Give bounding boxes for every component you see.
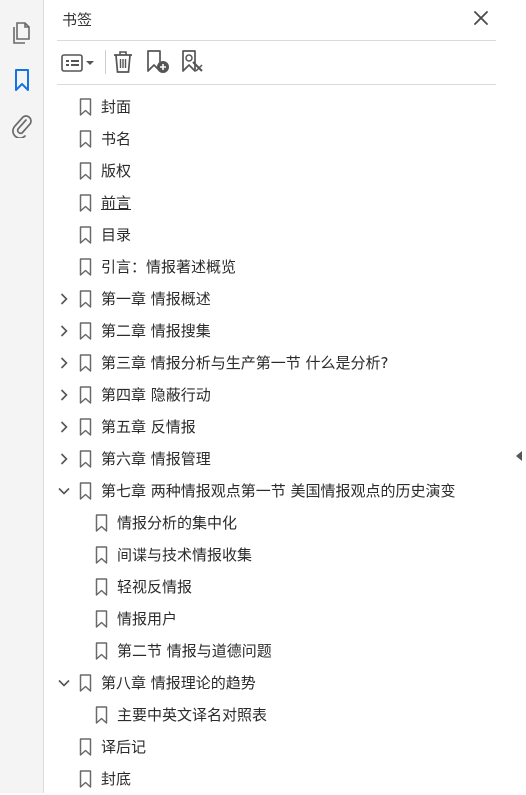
bookmark-item[interactable]: 情报分析的集中化	[45, 507, 511, 539]
bookmark-item[interactable]: 第八章 情报理论的趋势	[45, 667, 511, 699]
bookmark-label: 前言	[101, 194, 132, 212]
bookmark-search-icon	[182, 50, 203, 72]
bookmark-item[interactable]: 目录	[45, 219, 511, 251]
bookmark-item[interactable]: 第三章 情报分析与生产第一节 什么是分析?	[45, 347, 511, 379]
chevron-right-icon[interactable]	[57, 324, 71, 338]
toolbar-divider	[57, 84, 496, 85]
bookmarks-panel-icon[interactable]	[8, 66, 36, 94]
bookmark-item[interactable]: 主要中英文译名对照表	[45, 699, 511, 731]
bookmark-icon	[78, 418, 92, 436]
toolbar-separator	[105, 50, 106, 74]
bookmark-item[interactable]: 第四章 隐蔽行动	[45, 379, 511, 411]
bookmark-icon	[78, 194, 92, 212]
bookmark-label: 间谍与技术情报收集	[117, 546, 253, 564]
bookmark-icon	[78, 738, 92, 756]
pages-panel-icon[interactable]	[8, 19, 36, 47]
bookmark-item[interactable]: 版权	[45, 155, 511, 187]
bookmark-icon	[94, 546, 108, 564]
header-divider	[57, 40, 496, 41]
bookmark-label: 译后记	[101, 738, 147, 756]
bookmark-item[interactable]: 轻视反情报	[45, 571, 511, 603]
bookmark-icon	[78, 290, 92, 308]
bookmark-item[interactable]: 第五章 反情报	[45, 411, 511, 443]
collapse-panel-arrow-icon[interactable]	[514, 449, 524, 463]
bookmark-item[interactable]: 第二节 情报与道德问题	[45, 635, 511, 667]
bookmark-label: 第六章 情报管理	[101, 450, 211, 468]
bookmark-label: 主要中英文译名对照表	[117, 706, 268, 724]
bookmark-label: 第四章 隐蔽行动	[101, 386, 211, 404]
bookmark-label: 第二章 情报搜集	[101, 322, 211, 340]
chevron-down-icon[interactable]	[57, 484, 71, 498]
bookmark-icon	[78, 674, 92, 692]
panel-title: 书签	[62, 11, 93, 29]
bookmark-label: 第五章 反情报	[101, 418, 196, 436]
bookmark-label: 情报用户	[117, 610, 178, 628]
bookmark-icon	[78, 450, 92, 468]
chevron-down-icon[interactable]	[57, 676, 71, 690]
delete-bookmark-button[interactable]	[111, 49, 135, 75]
chevron-right-icon[interactable]	[57, 356, 71, 370]
bookmark-icon	[78, 482, 92, 500]
bookmark-item[interactable]: 前言	[45, 187, 511, 219]
bookmark-label: 封底	[101, 770, 132, 788]
add-bookmark-icon	[147, 50, 169, 73]
bookmark-item[interactable]: 译后记	[45, 731, 511, 763]
bookmark-icon	[78, 226, 92, 244]
bookmark-label: 书名	[101, 130, 132, 148]
close-panel-button[interactable]	[471, 8, 491, 28]
bookmark-icon	[94, 642, 108, 660]
bookmark-item[interactable]: 引言：情报著述概览	[45, 251, 511, 283]
bookmark-icon	[94, 514, 108, 532]
navigation-rail	[0, 0, 44, 793]
new-bookmark-button[interactable]	[145, 49, 171, 75]
bookmark-icon	[94, 706, 108, 724]
bookmark-icon	[94, 610, 108, 628]
bookmark-label: 第三章 情报分析与生产第一节 什么是分析?	[101, 354, 389, 372]
bookmark-label: 目录	[101, 226, 132, 244]
chevron-right-icon[interactable]	[57, 452, 71, 466]
bookmark-item[interactable]: 第七章 两种情报观点第一节 美国情报观点的历史演变	[45, 475, 511, 507]
bookmark-icon	[78, 322, 92, 340]
bookmark-label: 引言：情报著述概览	[101, 258, 237, 276]
bookmark-item[interactable]: 间谍与技术情报收集	[45, 539, 511, 571]
bookmark-item[interactable]: 封底	[45, 763, 511, 795]
bookmark-label: 第八章 情报理论的趋势	[101, 674, 256, 692]
bookmark-item[interactable]: 第六章 情报管理	[45, 443, 511, 475]
bookmark-icon	[78, 258, 92, 276]
bookmark-item[interactable]: 情报用户	[45, 603, 511, 635]
chevron-right-icon[interactable]	[57, 388, 71, 402]
attachments-panel-icon[interactable]	[8, 111, 36, 139]
bookmark-icon	[78, 770, 92, 788]
bookmarks-panel: 书签 封面 书名 版权 前言 目录 引言：情报著述概览 第一章 情报概述 第二章…	[45, 0, 511, 793]
bookmark-label: 轻视反情报	[117, 578, 193, 596]
bookmark-icon	[78, 130, 92, 148]
bookmark-label: 第二节 情报与道德问题	[117, 642, 272, 660]
bookmark-item[interactable]: 第一章 情报概述	[45, 283, 511, 315]
bookmark-item[interactable]: 第二章 情报搜集	[45, 315, 511, 347]
trash-icon	[114, 51, 132, 73]
bookmark-icon	[78, 386, 92, 404]
bookmark-icon	[94, 578, 108, 596]
chevron-right-icon[interactable]	[57, 420, 71, 434]
bookmark-item[interactable]: 封面	[45, 91, 511, 123]
bookmark-from-selection-button[interactable]	[180, 49, 206, 75]
bookmark-icon	[78, 354, 92, 372]
bookmark-icon	[78, 98, 92, 116]
bookmark-label: 第一章 情报概述	[101, 290, 211, 308]
bookmark-label: 封面	[101, 98, 132, 116]
options-menu-icon	[61, 54, 94, 72]
chevron-right-icon[interactable]	[57, 292, 71, 306]
bookmark-label: 第七章 两种情报观点第一节 美国情报观点的历史演变	[101, 482, 456, 500]
options-menu-button[interactable]	[59, 51, 97, 75]
bookmark-label: 版权	[101, 162, 132, 180]
close-icon	[474, 11, 488, 25]
bookmark-label: 情报分析的集中化	[117, 514, 238, 532]
bookmark-icon	[78, 162, 92, 180]
bookmark-item[interactable]: 书名	[45, 123, 511, 155]
